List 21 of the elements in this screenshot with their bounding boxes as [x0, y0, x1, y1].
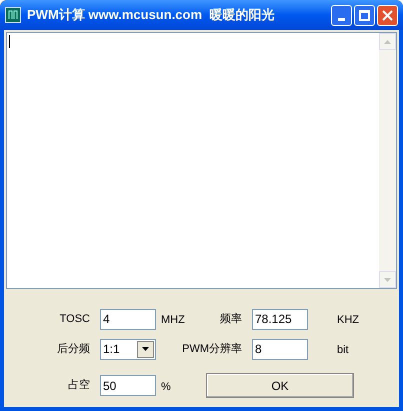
field-label: 后分频 — [57, 342, 90, 357]
close-icon — [382, 10, 393, 20]
dropdown[interactable]: 1:1 — [100, 338, 156, 360]
maximize-button[interactable] — [354, 4, 375, 26]
field-label: PWM分辨率 — [182, 342, 242, 357]
unit-label: bit — [337, 344, 349, 356]
minimize-button[interactable] — [331, 4, 352, 26]
unit-label: MHZ — [161, 314, 185, 326]
field-label: TOSC — [60, 312, 90, 327]
input-field[interactable]: 50 — [100, 375, 156, 396]
unit-label: % — [161, 380, 171, 392]
ok-button[interactable]: OK — [206, 373, 354, 398]
field-label: 占空 — [68, 378, 90, 394]
input-field[interactable]: 8 — [252, 338, 308, 360]
window-title: PWM计算 www.mcusun.com 暖暖的阳光 — [27, 6, 276, 24]
app-icon — [5, 7, 21, 23]
input-field[interactable]: 78.125 — [252, 308, 308, 330]
input-field[interactable]: 4 — [100, 308, 156, 330]
unit-label: KHZ — [337, 314, 359, 326]
close-button[interactable] — [377, 4, 398, 26]
field-label: 频率 — [220, 312, 242, 327]
